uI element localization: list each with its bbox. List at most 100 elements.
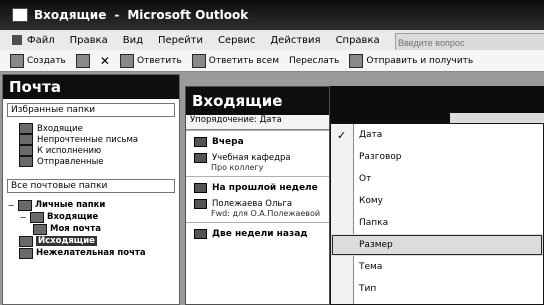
send-receive-label: Отправить и получить: [366, 55, 474, 66]
message-list-header: Входящие: [186, 87, 329, 115]
group-header-two-weeks-ago[interactable]: Две недели назад: [186, 222, 329, 243]
title-bar: Входящие - Microsoft Outlook: [0, 0, 544, 30]
favorite-label: Непрочтенные письма: [37, 134, 139, 145]
arrange-option-type[interactable]: Тип: [331, 278, 543, 300]
menu-actions[interactable]: Действия: [270, 35, 320, 46]
envelope-icon: [194, 199, 207, 209]
arrange-option-conversation[interactable]: Разговор: [331, 146, 543, 168]
favorite-unread[interactable]: Непрочтенные письма: [19, 134, 179, 145]
message-item[interactable]: Полежаева Ольга Fwd: для О.А.Полежаевой: [186, 197, 329, 222]
new-mail-icon: [10, 53, 24, 68]
message-subject: Fwd: для О.А.Полежаевой: [211, 209, 321, 218]
create-label: Создать: [27, 55, 66, 66]
reply-label: Ответить: [136, 55, 182, 66]
favorite-label: К исполнению: [37, 145, 102, 156]
arrange-by-menu: ✓ Дата Разговор От Кому Папка Размер Тем…: [330, 123, 544, 305]
option-label: Размер: [359, 240, 393, 250]
menu-bar: Файл Правка Вид Перейти Сервис Действия …: [0, 30, 544, 52]
favorites-list: Входящие Непрочтенные письма К исполнени…: [19, 123, 179, 167]
option-label: Тема: [359, 262, 383, 272]
option-label: От: [359, 174, 372, 184]
menu-file[interactable]: Файл: [27, 35, 55, 46]
tree-label: Личные папки: [35, 200, 106, 210]
group-label: Две недели назад: [212, 229, 308, 239]
arrange-option-size[interactable]: Размер: [331, 234, 543, 256]
arrange-option-folder[interactable]: Папка: [331, 212, 543, 234]
option-label: Папка: [359, 218, 389, 228]
tree-junk-mail[interactable]: Нежелательная почта: [7, 247, 179, 259]
window-title-app: Microsoft Outlook: [127, 8, 249, 22]
message-list-pane: Входящие Упорядочение: Дата Вчера Учебна…: [185, 86, 330, 305]
tree-outbox[interactable]: Исходящие: [7, 235, 179, 247]
reply-all-icon: [191, 53, 206, 68]
print-icon[interactable]: [75, 53, 90, 68]
reply-button[interactable]: Ответить: [119, 53, 182, 68]
tree-inbox[interactable]: − Входящие: [7, 211, 179, 223]
collapse-icon[interactable]: −: [19, 213, 27, 222]
menu-go[interactable]: Перейти: [158, 35, 203, 46]
tree-label: Моя почта: [50, 224, 101, 234]
arrange-option-date[interactable]: ✓ Дата: [331, 124, 543, 146]
window-title-separator: -: [114, 8, 120, 22]
menu-view[interactable]: Вид: [123, 35, 143, 46]
delete-icon[interactable]: ✕: [100, 54, 110, 68]
tree-label: Входящие: [47, 212, 99, 222]
option-label: Дата: [359, 130, 383, 140]
group-icon: [194, 137, 207, 147]
create-button[interactable]: Создать: [10, 53, 66, 68]
navigation-pane: Почта Избранные папки Входящие Непрочтен…: [2, 74, 180, 305]
group-icon: [194, 229, 207, 239]
tree-personal-folders[interactable]: − Личные папки: [7, 199, 179, 211]
menu-tools[interactable]: Сервис: [218, 35, 255, 46]
search-folder-icon: [19, 134, 33, 145]
send-receive-button[interactable]: Отправить и получить: [349, 53, 474, 68]
reply-all-button[interactable]: Ответить всем: [191, 53, 279, 68]
forward-label: Переслать: [289, 55, 340, 66]
arrange-option-subject[interactable]: Тема: [331, 256, 543, 278]
outbox-icon: [19, 235, 33, 247]
checkmark-icon: ✓: [337, 128, 347, 142]
reading-pane-control[interactable]: [450, 113, 544, 123]
inbox-icon: [19, 123, 33, 134]
all-folders-section-title[interactable]: Все почтовые папки: [7, 179, 175, 193]
message-sender: Учебная кафедра: [212, 153, 291, 163]
group-icon: [194, 183, 207, 193]
arrange-by-label[interactable]: Упорядочение: Дата: [186, 115, 329, 130]
message-item[interactable]: Учебная кафедра Про коллегу: [186, 151, 329, 176]
menu-edit[interactable]: Правка: [70, 35, 108, 46]
folder-tree: − Личные папки − Входящие Моя почта Исхо…: [7, 199, 179, 259]
favorite-label: Отправленные: [37, 156, 104, 167]
tree-label: Нежелательная почта: [36, 248, 146, 258]
forward-button[interactable]: Переслать: [289, 56, 339, 66]
search-folder-icon: [19, 145, 33, 156]
group-header-last-week[interactable]: На прошлой неделе: [186, 176, 329, 197]
inbox-icon: [30, 211, 44, 223]
arrange-option-to[interactable]: Кому: [331, 190, 543, 212]
personal-folders-icon: [18, 199, 32, 211]
option-label: Кому: [359, 196, 384, 206]
collapse-icon[interactable]: −: [7, 201, 15, 210]
menu-help[interactable]: Справка: [336, 35, 380, 46]
navigation-pane-header: Почта: [3, 75, 179, 99]
message-subject: Про коллегу: [211, 163, 264, 172]
favorites-section-title[interactable]: Избранные папки: [7, 103, 175, 117]
group-label: На прошлой неделе: [212, 183, 318, 193]
favorite-followup[interactable]: К исполнению: [19, 145, 179, 156]
outlook-icon: [12, 8, 28, 22]
window-title-folder: Входящие: [34, 8, 107, 22]
menu-icon: [12, 35, 22, 45]
group-header-yesterday[interactable]: Вчера: [186, 130, 329, 151]
option-label: Тип: [359, 284, 377, 294]
reading-pane-header: [330, 86, 544, 123]
send-receive-icon: [349, 53, 364, 68]
tree-my-mail[interactable]: Моя почта: [7, 223, 179, 235]
envelope-icon: [194, 153, 207, 163]
message-sender: Полежаева Ольга: [212, 199, 293, 209]
toolbar: Создать ✕ Ответить Ответить всем Пересла…: [0, 50, 544, 72]
arrange-option-from[interactable]: От: [331, 168, 543, 190]
favorite-sent[interactable]: Отправленные: [19, 156, 179, 167]
group-label: Вчера: [212, 137, 244, 147]
sent-items-icon: [19, 156, 33, 167]
favorite-label: Входящие: [37, 123, 83, 134]
favorite-inbox[interactable]: Входящие: [19, 123, 179, 134]
